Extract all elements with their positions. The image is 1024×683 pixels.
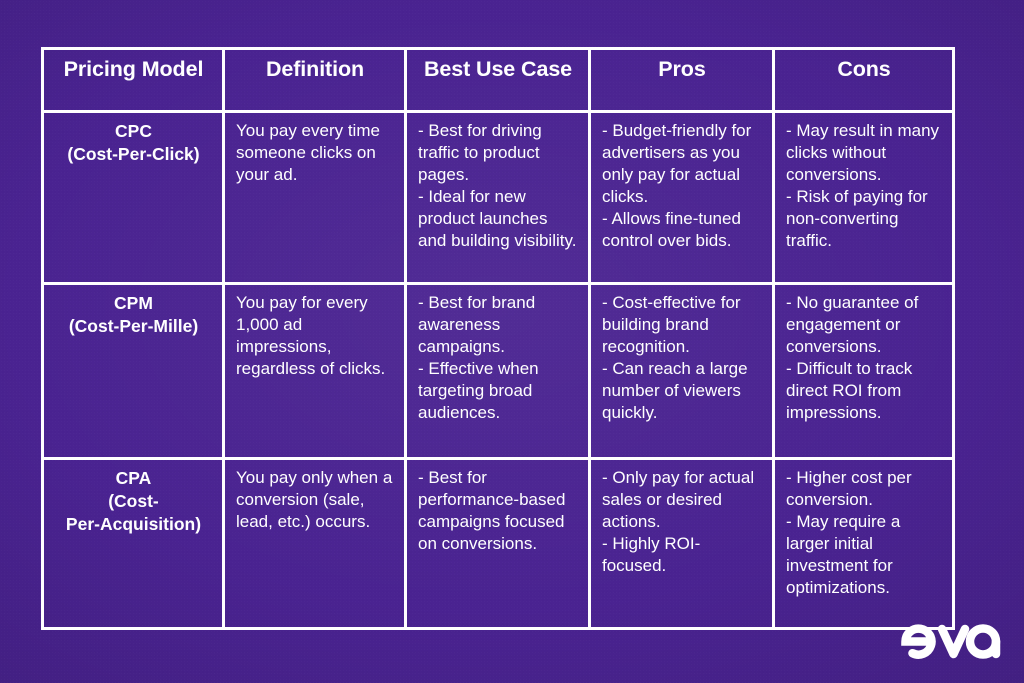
cell-cons-cpc: - May result in many clicks without conv… <box>772 110 955 285</box>
table-header-row-group: Pricing Model Definition Best Use Case P… <box>41 47 955 113</box>
cell-model-cpm: CPM (Cost-Per-Mille) <box>41 282 225 460</box>
cell-model-cpc: CPC (Cost-Per-Click) <box>41 110 225 285</box>
column-header-pros: Pros <box>588 47 775 113</box>
table-header-row: Pricing Model Definition Best Use Case P… <box>41 47 955 113</box>
eva-logo <box>898 617 1002 665</box>
table-row: CPM (Cost-Per-Mille) You pay for every 1… <box>41 282 955 460</box>
cell-cons-cpa: - Higher cost per conversion. - May requ… <box>772 457 955 630</box>
cell-best-use-case-cpc: - Best for driving traffic to product pa… <box>404 110 591 285</box>
cell-pros-cpm: - Cost-effective for building brand reco… <box>588 282 775 460</box>
cell-best-use-case-cpm: - Best for brand awareness campaigns. - … <box>404 282 591 460</box>
table-body: CPC (Cost-Per-Click) You pay every time … <box>41 110 955 630</box>
cell-cons-cpm: - No guarantee of engagement or conversi… <box>772 282 955 460</box>
table-row: CPC (Cost-Per-Click) You pay every time … <box>41 110 955 285</box>
cell-definition-cpa: You pay only when a conversion (sale, le… <box>222 457 407 630</box>
pricing-comparison-table-container: Pricing Model Definition Best Use Case P… <box>41 47 955 630</box>
table-row: CPA (Cost- Per-Acquisition) You pay only… <box>41 457 955 630</box>
column-header-pricing-model: Pricing Model <box>41 47 225 113</box>
cell-definition-cpc: You pay every time someone clicks on you… <box>222 110 407 285</box>
cell-best-use-case-cpa: - Best for performance-based campaigns f… <box>404 457 591 630</box>
cell-definition-cpm: You pay for every 1,000 ad impressions, … <box>222 282 407 460</box>
cell-model-cpa: CPA (Cost- Per-Acquisition) <box>41 457 225 630</box>
column-header-best-use-case: Best Use Case <box>404 47 591 113</box>
pricing-comparison-table: Pricing Model Definition Best Use Case P… <box>41 47 955 630</box>
cell-pros-cpa: - Only pay for actual sales or desired a… <box>588 457 775 630</box>
column-header-cons: Cons <box>772 47 955 113</box>
column-header-definition: Definition <box>222 47 407 113</box>
eva-logo-icon <box>901 624 1001 659</box>
cell-pros-cpc: - Budget-friendly for advertisers as you… <box>588 110 775 285</box>
